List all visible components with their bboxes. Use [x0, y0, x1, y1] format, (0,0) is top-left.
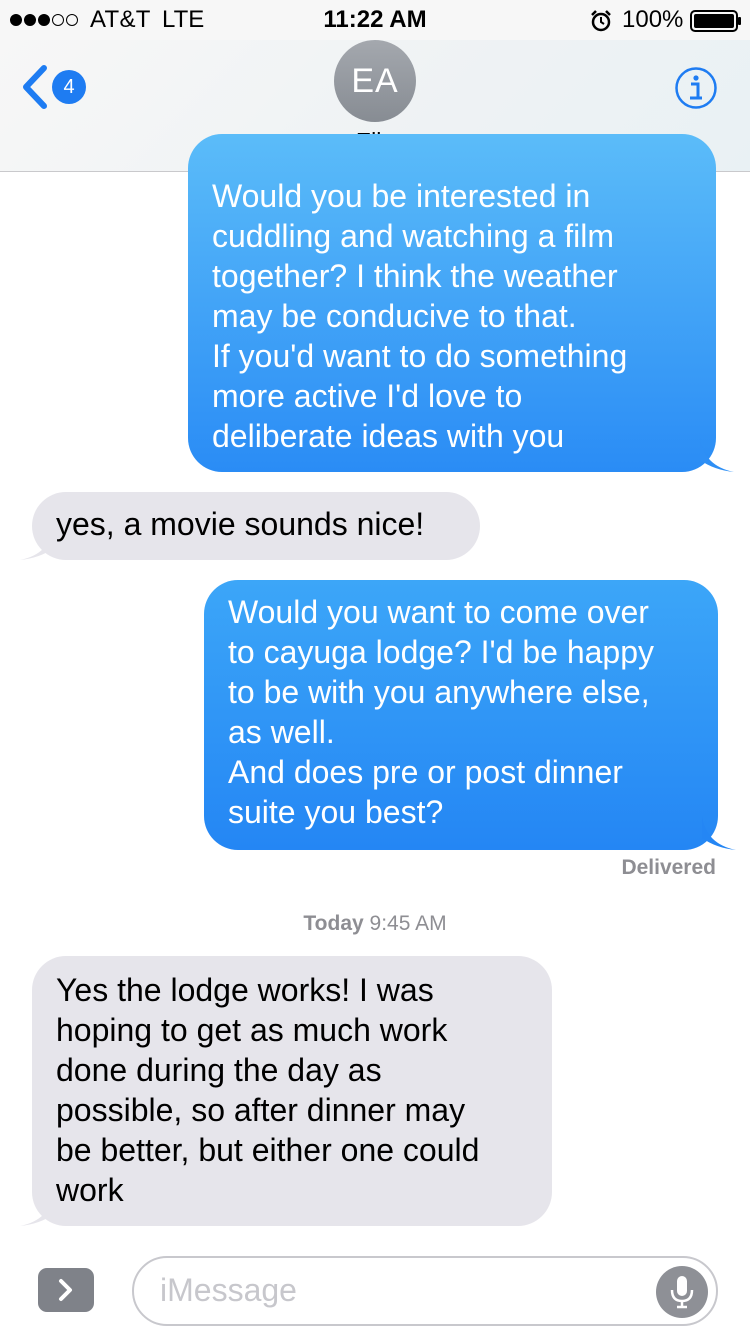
message-line: hoping to get as much work — [56, 1012, 448, 1048]
bubble-tail — [20, 1192, 54, 1226]
bubble-tail — [702, 816, 736, 850]
battery-percentage: 100% — [622, 6, 684, 33]
back-button[interactable]: 4 — [20, 62, 100, 112]
message-line: to be with you anywhere else, — [228, 674, 650, 710]
message-line: Would you want to come over — [228, 594, 649, 630]
message-input[interactable]: iMessage — [132, 1256, 718, 1326]
message-line: done during the day as — [56, 1052, 382, 1088]
alarm-icon — [591, 10, 611, 32]
message-line: more active I'd love to — [212, 378, 523, 414]
message-line: suite you best? — [228, 794, 444, 830]
message-bubble-outgoing[interactable]: Would you be interested in cuddling and … — [188, 134, 716, 472]
message-line: as well. — [228, 714, 335, 750]
app-drawer-chevron-icon — [59, 1279, 72, 1301]
message-line: deliberate ideas with you — [212, 418, 565, 454]
status-bar: AT&T LTE 11:22 AM 100% — [0, 0, 750, 40]
message-line: yes, a movie sounds nice! — [56, 506, 425, 542]
back-chevron-icon — [23, 65, 47, 109]
message-bubble-outgoing[interactable]: Would you want to come over to cayuga lo… — [204, 580, 718, 850]
message-line: Would you be interested in — [212, 178, 591, 214]
message-line: work — [56, 1172, 124, 1208]
info-icon[interactable] — [674, 66, 718, 110]
timestamp-day: Today — [303, 912, 364, 935]
dictation-button[interactable] — [656, 1266, 708, 1318]
message-input-placeholder: iMessage — [160, 1272, 297, 1308]
timestamp-time: 9:45 AM — [369, 912, 447, 935]
battery-icon — [690, 10, 741, 32]
message-bubble-incoming[interactable]: yes, a movie sounds nice! — [32, 492, 480, 560]
message-line: cuddling and watching a film — [212, 218, 615, 254]
message-line: possible, so after dinner may — [56, 1092, 466, 1128]
compose-bar: iMessage — [0, 1246, 750, 1334]
delivery-status: Delivered — [621, 856, 716, 879]
message-bubble-incoming[interactable]: Yes the lodge works! I was hoping to get… — [32, 956, 552, 1226]
conversation-timestamp: Today 9:45 AM — [0, 912, 750, 936]
message-line: together? I think the weather — [212, 258, 618, 294]
message-line: be better, but either one could — [56, 1132, 480, 1168]
message-line: to cayuga lodge? I'd be happy — [228, 634, 654, 670]
message-line: And does pre or post dinner — [228, 754, 623, 790]
bubble-tail — [700, 438, 734, 472]
message-line: may be conducive to that. — [212, 298, 577, 334]
unread-count-badge: 4 — [52, 70, 86, 104]
contact-avatar[interactable]: EA — [334, 40, 416, 122]
microphone-icon — [670, 1276, 694, 1309]
app-drawer-button[interactable] — [38, 1268, 94, 1312]
bubble-tail — [20, 526, 54, 560]
message-line: If you'd want to do something — [212, 338, 628, 374]
message-line: Yes the lodge works! I was — [56, 972, 434, 1008]
